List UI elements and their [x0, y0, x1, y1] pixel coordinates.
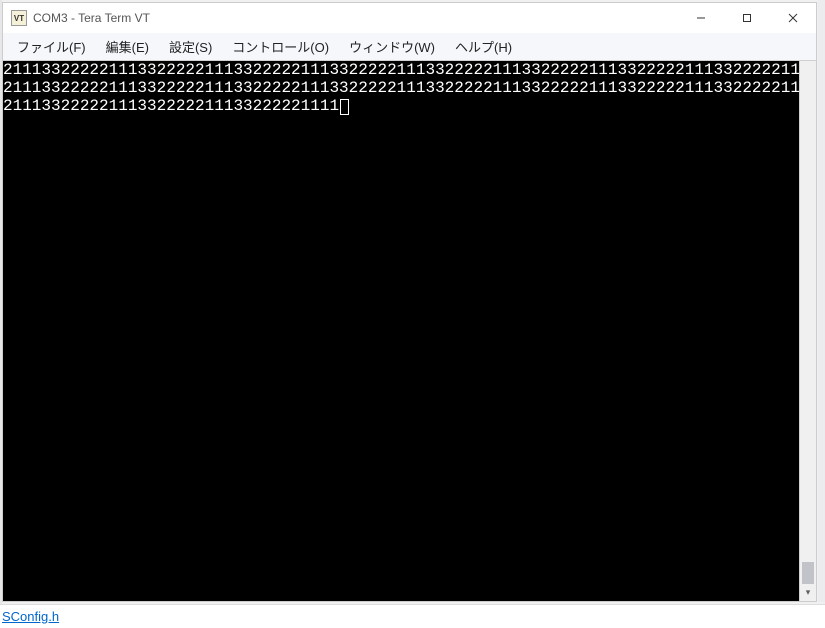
menu-window[interactable]: ウィンドウ(W): [339, 33, 445, 60]
menubar: ファイル(F) 編集(E) 設定(S) コントロール(O) ウィンドウ(W) ヘ…: [3, 33, 816, 61]
bottom-link[interactable]: SConfig.h: [2, 609, 59, 624]
app-icon: VT: [11, 10, 27, 26]
bottom-strip: SConfig.h: [0, 604, 825, 628]
window-controls: [678, 3, 816, 33]
menu-help[interactable]: ヘルプ(H): [445, 33, 522, 60]
maximize-button[interactable]: [724, 3, 770, 33]
terminal-line: 21113322222111332222211133222221111: [3, 97, 799, 115]
terminal-line: 2111332222211133222221113322222111332222…: [3, 79, 799, 97]
vertical-scrollbar[interactable]: ▾: [799, 61, 816, 601]
teraterm-window: VT COM3 - Tera Term VT ファイル(F) 編集(E) 設定(…: [2, 2, 817, 602]
minimize-button[interactable]: [678, 3, 724, 33]
menu-control[interactable]: コントロール(O): [222, 33, 339, 60]
minimize-icon: [696, 13, 706, 23]
menu-setting[interactable]: 設定(S): [159, 33, 222, 60]
scrollbar-thumb[interactable]: [802, 562, 814, 584]
close-button[interactable]: [770, 3, 816, 33]
terminal-cursor: [340, 99, 349, 115]
menu-file[interactable]: ファイル(F): [7, 33, 96, 60]
close-icon: [788, 13, 798, 23]
scrollbar-down-arrow-icon[interactable]: ▾: [800, 584, 816, 601]
maximize-icon: [742, 13, 752, 23]
terminal-area: 2111332222211133222221113322222111332222…: [3, 61, 816, 601]
menu-edit[interactable]: 編集(E): [96, 33, 159, 60]
right-window-edge: [818, 0, 825, 602]
terminal-line: 2111332222211133222221113322222111332222…: [3, 61, 799, 79]
window-title: COM3 - Tera Term VT: [33, 11, 678, 25]
terminal-output[interactable]: 2111332222211133222221113322222111332222…: [3, 61, 799, 601]
titlebar[interactable]: VT COM3 - Tera Term VT: [3, 3, 816, 33]
